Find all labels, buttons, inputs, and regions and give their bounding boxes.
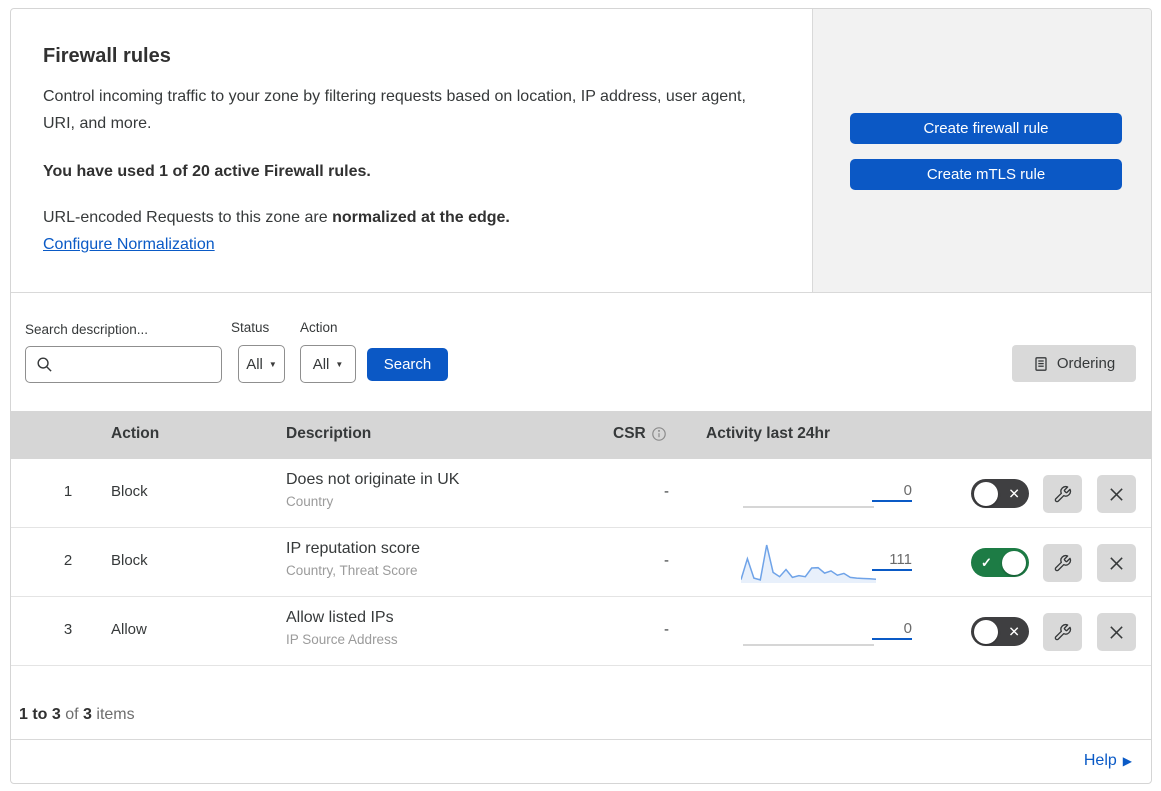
activity-sparkline bbox=[741, 544, 876, 583]
status-filter-dropdown[interactable]: All ▼ bbox=[238, 345, 285, 383]
table-header: Action Description CSR Activity last 24h… bbox=[11, 411, 1151, 459]
toggle-knob bbox=[974, 619, 998, 644]
table-row: 1 Block Does not originate in UK Country… bbox=[11, 459, 1151, 528]
table-summary-bar: 1 to 3 of 3 items bbox=[11, 666, 1151, 740]
ordering-button[interactable]: Ordering bbox=[1012, 345, 1136, 382]
normalization-note-bold: normalized at the edge. bbox=[332, 209, 510, 226]
column-header-csr: CSR bbox=[613, 425, 667, 443]
rule-priority: 3 bbox=[63, 621, 73, 638]
column-header-action: Action bbox=[111, 425, 160, 442]
rule-description-text: Does not originate in UK bbox=[286, 471, 460, 488]
hero-text-panel: Firewall rules Control incoming traffic … bbox=[11, 9, 812, 292]
create-mtls-rule-button[interactable]: Create mTLS rule bbox=[850, 159, 1122, 190]
column-header-description: Description bbox=[286, 425, 372, 442]
edit-rule-button[interactable] bbox=[1043, 475, 1082, 513]
x-icon: ✕ bbox=[1008, 623, 1020, 639]
rule-priority: 1 bbox=[63, 483, 73, 500]
filter-bar: Search description... Status All ▼ Actio… bbox=[11, 294, 1151, 411]
check-icon: ✓ bbox=[981, 554, 992, 570]
delete-rule-button[interactable] bbox=[1097, 475, 1136, 513]
chevron-down-icon: ▼ bbox=[268, 359, 277, 369]
items-total: 3 bbox=[83, 706, 92, 723]
usage-summary: You have used 1 of 20 active Firewall ru… bbox=[43, 163, 371, 180]
close-icon bbox=[1110, 487, 1123, 501]
chevron-down-icon: ▼ bbox=[335, 359, 344, 369]
toggle-knob bbox=[1002, 550, 1026, 575]
rule-enabled-toggle[interactable]: ✓ ✕ bbox=[971, 479, 1029, 508]
edit-rule-button[interactable] bbox=[1043, 544, 1082, 582]
rule-description: Does not originate in UK Country bbox=[286, 471, 459, 509]
help-link[interactable]: Help ▶ bbox=[1084, 752, 1132, 770]
firewall-rules-card: Firewall rules Control incoming traffic … bbox=[10, 8, 1152, 784]
rule-action: Allow bbox=[111, 621, 147, 638]
ordering-button-label: Ordering bbox=[1056, 355, 1116, 372]
search-input-wrapper bbox=[25, 346, 222, 383]
action-filter-dropdown[interactable]: All ▼ bbox=[300, 345, 356, 383]
wrench-icon bbox=[1054, 623, 1072, 640]
action-filter-value: All bbox=[312, 355, 330, 373]
search-button[interactable]: Search bbox=[367, 348, 448, 381]
table-row: 2 Block IP reputation score Country, Thr… bbox=[11, 528, 1151, 597]
items-of-word: of bbox=[65, 706, 79, 723]
edit-rule-button[interactable] bbox=[1043, 613, 1082, 651]
rule-criteria-text: Country bbox=[286, 494, 334, 509]
normalization-note-prefix: URL-encoded Requests to this zone are bbox=[43, 209, 333, 226]
firewall-rules-page: Firewall rules Control incoming traffic … bbox=[0, 0, 1161, 791]
wrench-icon bbox=[1054, 485, 1072, 502]
activity-count-link[interactable]: 111 bbox=[872, 551, 912, 571]
activity-count-link[interactable]: 0 bbox=[872, 482, 912, 502]
rule-csr-value: - bbox=[664, 483, 669, 500]
toggle-knob bbox=[974, 481, 998, 506]
help-bar: Help ▶ bbox=[11, 740, 1151, 783]
rule-criteria-text: Country, Threat Score bbox=[286, 563, 418, 578]
rule-description-text: Allow listed IPs bbox=[286, 609, 394, 626]
activity-sparkline bbox=[743, 506, 874, 508]
status-filter-label: Status bbox=[231, 320, 270, 335]
rule-description-text: IP reputation score bbox=[286, 540, 421, 557]
search-icon bbox=[37, 357, 52, 372]
create-firewall-rule-button[interactable]: Create firewall rule bbox=[850, 113, 1122, 144]
csr-label: CSR bbox=[613, 425, 646, 442]
action-filter-label: Action bbox=[300, 320, 338, 335]
items-word: items bbox=[96, 706, 135, 723]
activity-sparkline bbox=[743, 644, 874, 646]
rule-enabled-toggle[interactable]: ✓ ✕ bbox=[971, 617, 1029, 646]
search-input[interactable] bbox=[59, 356, 221, 373]
page-description: Control incoming traffic to your zone by… bbox=[43, 88, 746, 132]
configure-normalization-link[interactable]: Configure Normalization bbox=[43, 236, 215, 254]
delete-rule-button[interactable] bbox=[1097, 544, 1136, 582]
rule-action: Block bbox=[111, 483, 148, 500]
list-document-icon bbox=[1035, 356, 1047, 371]
items-range: 1 to 3 bbox=[19, 706, 61, 723]
info-icon[interactable] bbox=[651, 426, 667, 442]
rule-csr-value: - bbox=[664, 621, 669, 638]
close-icon bbox=[1110, 556, 1123, 570]
rule-priority: 2 bbox=[63, 552, 73, 569]
rule-action: Block bbox=[111, 552, 148, 569]
rule-enabled-toggle[interactable]: ✓ ✕ bbox=[971, 548, 1029, 577]
hero-actions-panel: Create firewall rule Create mTLS rule bbox=[812, 9, 1151, 292]
column-header-activity: Activity last 24hr bbox=[706, 425, 831, 442]
rule-description: IP reputation score Country, Threat Scor… bbox=[286, 540, 420, 578]
activity-count-link[interactable]: 0 bbox=[872, 620, 912, 640]
wrench-icon bbox=[1054, 554, 1072, 571]
close-icon bbox=[1110, 625, 1123, 639]
rule-description: Allow listed IPs IP Source Address bbox=[286, 609, 398, 647]
help-link-label: Help bbox=[1083, 752, 1117, 769]
rule-criteria-text: IP Source Address bbox=[286, 632, 398, 647]
items-count-text: 1 to 3 of 3 items bbox=[19, 706, 135, 724]
table-row: 3 Allow Allow listed IPs IP Source Addre… bbox=[11, 597, 1151, 666]
hero-section: Firewall rules Control incoming traffic … bbox=[11, 9, 1151, 293]
status-filter-value: All bbox=[246, 355, 263, 373]
delete-rule-button[interactable] bbox=[1097, 613, 1136, 651]
normalization-note: URL-encoded Requests to this zone are no… bbox=[43, 209, 510, 227]
page-title: Firewall rules bbox=[43, 45, 171, 67]
chevron-right-icon: ▶ bbox=[1122, 754, 1132, 768]
rule-csr-value: - bbox=[664, 552, 669, 569]
x-icon: ✕ bbox=[1008, 485, 1020, 501]
search-label: Search description... bbox=[25, 322, 149, 337]
